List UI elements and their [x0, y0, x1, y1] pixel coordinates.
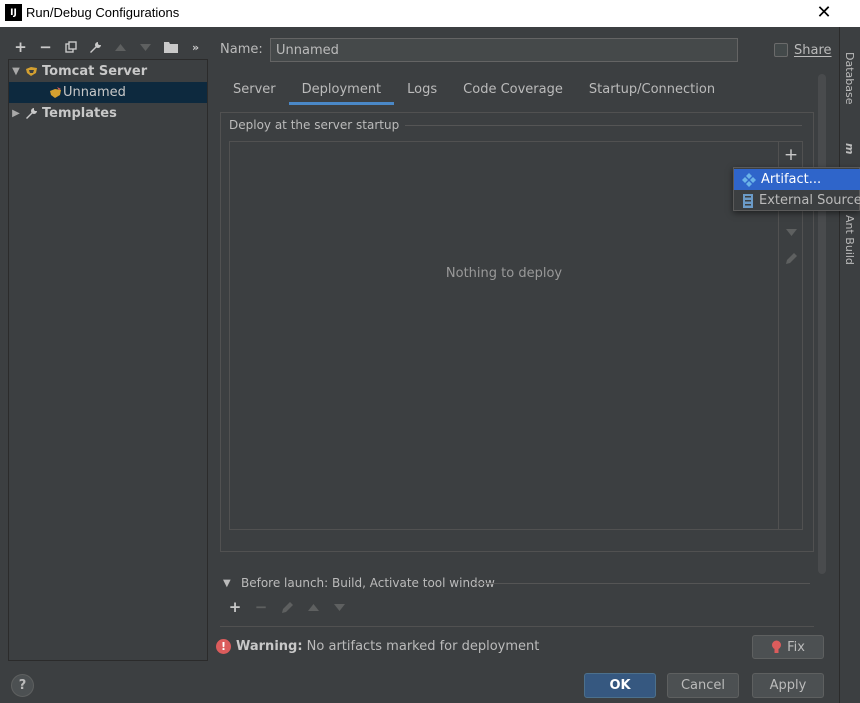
warning-text: No artifacts marked for deployment	[302, 639, 540, 654]
title-bar: IJ Run/Debug Configurations ✕	[0, 0, 860, 27]
before-launch-divider	[474, 583, 810, 584]
vertical-scrollbar[interactable]	[818, 74, 826, 574]
apply-button[interactable]: Apply	[752, 673, 824, 698]
before-launch-toolbar: + −	[222, 596, 352, 618]
name-input[interactable]	[270, 38, 738, 62]
window-title: Run/Debug Configurations	[26, 5, 180, 20]
right-tool-window-strip: Database m Ant Build	[839, 27, 860, 703]
tree-item-templates[interactable]: ▶ Templates	[9, 103, 207, 124]
share-checkbox[interactable]	[774, 43, 788, 57]
warning-icon: !	[216, 639, 231, 654]
menu-label-external-source: External Source...	[759, 193, 860, 208]
add-task-icon[interactable]: +	[222, 596, 248, 618]
remove-icon[interactable]: −	[33, 36, 58, 58]
tab-deployment[interactable]: Deployment	[288, 74, 395, 105]
expand-arrow-icon[interactable]: ▼	[9, 66, 23, 77]
tab-startup-connection[interactable]: Startup/Connection	[576, 74, 728, 105]
warning-message: Warning: No artifacts marked for deploym…	[236, 639, 539, 654]
wrench-icon[interactable]	[83, 36, 108, 58]
bottom-divider	[220, 626, 814, 627]
copy-icon[interactable]	[58, 36, 83, 58]
external-source-icon	[743, 193, 753, 208]
menu-item-external-source[interactable]: External Source...	[734, 190, 860, 211]
deploy-group-title: Deploy at the server startup	[229, 118, 406, 132]
wrench-icon	[23, 107, 39, 120]
more-icon[interactable]: »	[183, 36, 208, 58]
intellij-app-icon: IJ	[5, 4, 22, 21]
configurations-tree: ▼ Tomcat Server Unnamed ▶ Templates	[8, 59, 208, 661]
collapse-arrow-icon[interactable]: ▶	[9, 108, 23, 119]
move-down-icon[interactable]	[133, 36, 158, 58]
empty-list-text: Nothing to deploy	[445, 266, 563, 281]
database-tool-tab[interactable]: Database	[843, 52, 856, 105]
configurations-toolbar: + − »	[8, 36, 208, 58]
fix-button-label: Fix	[787, 639, 805, 655]
close-window-button[interactable]: ✕	[812, 0, 836, 24]
artifact-icon	[742, 172, 756, 187]
tomcat-icon	[23, 66, 39, 77]
move-task-up-icon[interactable]	[300, 596, 326, 618]
cancel-button[interactable]: Cancel	[667, 673, 739, 698]
ok-button[interactable]: OK	[584, 673, 656, 698]
add-deployment-popup: Artifact... External Source...	[733, 167, 860, 211]
before-launch-label: Before launch: Build, Activate tool wind…	[241, 576, 495, 590]
lightbulb-error-icon	[772, 640, 782, 653]
help-button[interactable]: ?	[11, 674, 34, 697]
tab-code-coverage[interactable]: Code Coverage	[450, 74, 576, 105]
tomcat-run-icon	[49, 86, 63, 99]
ant-build-tool-tab[interactable]: Ant Build	[843, 215, 856, 265]
before-launch-toggle-icon[interactable]: ▼	[223, 578, 231, 589]
add-icon[interactable]: +	[8, 36, 33, 58]
edit-pencil-icon[interactable]	[779, 246, 803, 270]
tree-label-unnamed: Unnamed	[63, 85, 126, 100]
deployment-list[interactable]	[229, 141, 779, 530]
tree-label-tomcat: Tomcat Server	[42, 64, 148, 79]
group-divider	[380, 125, 802, 126]
warning-bold-label: Warning:	[236, 639, 303, 654]
edit-task-icon[interactable]	[274, 596, 300, 618]
tab-server[interactable]: Server	[220, 74, 289, 105]
config-tabs: Server Deployment Logs Code Coverage Sta…	[220, 74, 728, 105]
add-artifact-icon[interactable]: +	[779, 143, 803, 167]
tree-item-tomcat-server[interactable]: ▼ Tomcat Server	[9, 61, 207, 82]
tree-label-templates: Templates	[42, 106, 117, 121]
folder-add-icon[interactable]	[158, 36, 183, 58]
tree-item-unnamed[interactable]: Unnamed	[9, 82, 207, 103]
maven-tool-tab[interactable]: m	[843, 143, 856, 154]
menu-label-artifact: Artifact...	[761, 172, 822, 187]
move-up-icon[interactable]	[108, 36, 133, 58]
name-label: Name:	[220, 42, 263, 57]
share-label: Share	[794, 43, 832, 58]
move-task-down-icon[interactable]	[326, 596, 352, 618]
tab-logs[interactable]: Logs	[394, 74, 450, 105]
move-down-icon[interactable]	[779, 220, 803, 244]
menu-item-artifact[interactable]: Artifact...	[734, 169, 860, 190]
remove-task-icon[interactable]: −	[248, 596, 274, 618]
fix-button[interactable]: Fix	[752, 635, 824, 659]
